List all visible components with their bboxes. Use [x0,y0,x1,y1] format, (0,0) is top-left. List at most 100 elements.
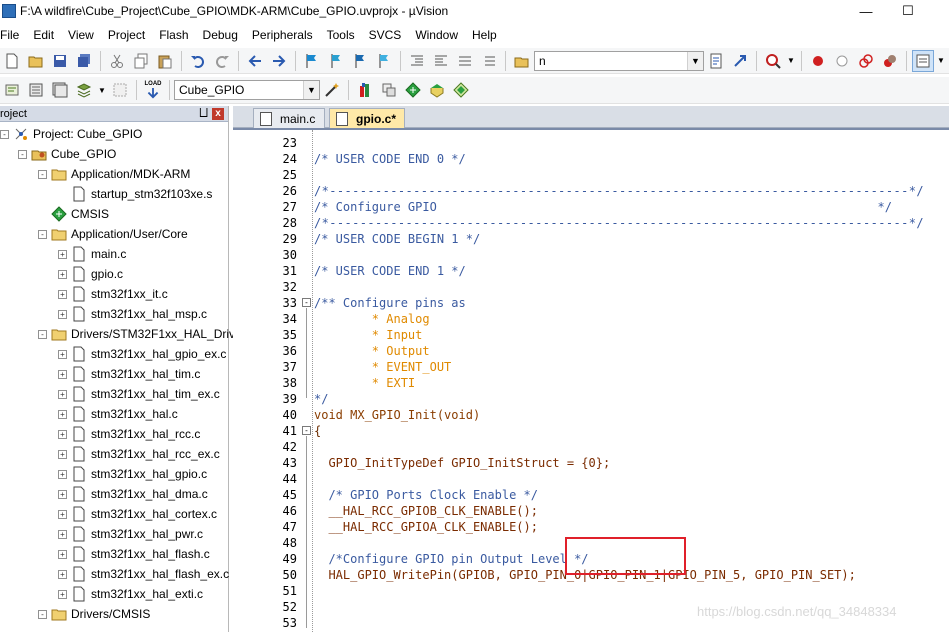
pack-installer-button[interactable] [450,79,472,101]
insert-breakpoint-button[interactable] [807,50,829,72]
target-select[interactable]: Cube_GPIO ▼ [174,80,320,100]
tree-expander[interactable]: + [58,369,67,379]
tree-item[interactable]: + gpio.c [58,264,123,284]
code-line[interactable]: __HAL_RCC_GPIOB_CLK_ENABLE(); [314,503,538,519]
unindent-button[interactable] [430,50,452,72]
code-line[interactable]: * Analog [314,311,430,327]
clear-bookmarks-button[interactable] [373,50,395,72]
menu-help[interactable]: Help [465,28,504,42]
tree-item[interactable]: + stm32f1xx_hal_gpio.c [58,464,207,484]
tree-expander[interactable]: + [58,549,67,559]
tree-expander[interactable]: + [58,409,67,419]
tree-item[interactable]: + stm32f1xx_hal.c [58,404,178,424]
tree-item[interactable]: + stm32f1xx_hal_rcc.c [58,424,200,444]
undo-button[interactable] [187,50,209,72]
tree-expander[interactable]: + [58,269,67,279]
menu-peripherals[interactable]: Peripherals [245,28,320,42]
code-line[interactable]: * Input [314,327,423,343]
tree-item[interactable]: startup_stm32f103xe.s [58,184,212,204]
stop-build-button[interactable] [109,79,131,101]
code-line[interactable]: /*--------------------------------------… [314,215,924,231]
tree-item[interactable]: - Application/User/Core [38,224,188,244]
tree-expander[interactable]: - [38,609,47,619]
download-button[interactable]: LOAD [142,79,164,101]
run-time-environment-button[interactable] [402,79,424,101]
find-button[interactable] [705,50,727,72]
tree-item[interactable]: - Drivers/STM32F1xx_HAL_Driv [38,324,235,344]
save-all-button[interactable] [73,50,95,72]
tree-expander[interactable]: + [58,309,67,319]
code-line[interactable]: /* USER CODE BEGIN 1 */ [314,231,480,247]
code-line[interactable]: */ [314,391,328,407]
pin-icon[interactable]: ⨆ [199,107,208,120]
tree-item[interactable]: + stm32f1xx_hal_tim_ex.c [58,384,220,404]
tree-item[interactable]: + stm32f1xx_hal_flash_ex.c [58,564,229,584]
tree-expander[interactable]: + [58,429,67,439]
menu-file[interactable]: File [0,28,26,42]
tree-item[interactable]: - Application/MDK-ARM [38,164,190,184]
batch-build-button[interactable] [73,79,95,101]
cut-button[interactable] [106,50,128,72]
tree-item[interactable]: + stm32f1xx_hal_gpio_ex.c [58,344,226,364]
window-layout-button[interactable] [912,49,934,72]
copy-button[interactable] [130,50,152,72]
close-panel-button[interactable]: x [212,108,224,120]
code-line[interactable]: /* USER CODE END 1 */ [314,263,466,279]
tree-item[interactable]: - Cube_GPIO [18,144,116,164]
paste-button[interactable] [154,50,176,72]
find-in-files-button[interactable] [511,50,533,72]
code-line[interactable]: /** Configure pins as [314,295,466,311]
navigate-back-button[interactable] [244,50,266,72]
tree-item[interactable]: - Project: Cube_GPIO [0,124,142,144]
menu-flash[interactable]: Flash [152,28,195,42]
fold-toggle[interactable]: - [302,298,311,307]
tree-expander[interactable]: - [38,229,47,239]
code-line[interactable]: { [314,423,321,439]
fold-toggle[interactable]: - [302,426,311,435]
tree-item[interactable]: + stm32f1xx_hal_pwr.c [58,524,203,544]
tree-expander[interactable]: + [58,389,67,399]
tree-expander[interactable]: + [58,569,67,579]
menu-edit[interactable]: Edit [26,28,61,42]
enable-breakpoint-button[interactable] [831,50,853,72]
batch-dropdown-button[interactable]: ▼ [97,79,107,101]
open-file-button[interactable] [25,50,47,72]
debug-dropdown-button[interactable]: ▼ [786,50,796,72]
menu-debug[interactable]: Debug [196,28,245,42]
tree-item[interactable]: + stm32f1xx_hal_exti.c [58,584,203,604]
code-line[interactable]: __HAL_RCC_GPIOA_CLK_ENABLE(); [314,519,538,535]
menu-tools[interactable]: Tools [320,28,362,42]
code-line[interactable]: void MX_GPIO_Init(void) [314,407,480,423]
tree-expander[interactable]: + [58,529,67,539]
incremental-find-button[interactable] [729,50,751,72]
navigate-forward-button[interactable] [268,50,290,72]
tree-item[interactable]: + stm32f1xx_hal_dma.c [58,484,208,504]
next-bookmark-button[interactable] [349,50,371,72]
manage-components-button[interactable] [378,79,400,101]
debug-session-button[interactable] [762,50,784,72]
menu-project[interactable]: Project [101,28,152,42]
indent-button[interactable] [406,50,428,72]
tree-expander[interactable]: + [58,349,67,359]
layout-dropdown-button[interactable]: ▼ [936,50,946,72]
chevron-down-icon[interactable]: ▼ [303,81,319,99]
tab-gpio-c[interactable]: gpio.c* [329,108,405,128]
menu-window[interactable]: Window [408,28,465,42]
tree-expander[interactable]: + [58,469,67,479]
code-line[interactable]: /* Configure GPIO */ [314,199,892,215]
rebuild-button[interactable] [49,79,71,101]
translate-button[interactable] [1,79,23,101]
code-line[interactable]: /* GPIO Ports Clock Enable */ [314,487,538,503]
menu-view[interactable]: View [61,28,101,42]
tree-expander[interactable]: + [58,449,67,459]
maximize-button[interactable]: ☐ [888,0,928,22]
code-line[interactable]: * Output [314,343,430,359]
disable-all-breakpoints-button[interactable] [855,50,877,72]
tree-item[interactable]: + stm32f1xx_hal_msp.c [58,304,207,324]
tree-item[interactable]: + stm32f1xx_it.c [58,284,168,304]
find-combo[interactable]: n ▼ [534,50,704,71]
redo-button[interactable] [211,50,233,72]
build-button[interactable] [25,79,47,101]
save-button[interactable] [49,50,71,72]
file-extensions-button[interactable] [354,79,376,101]
